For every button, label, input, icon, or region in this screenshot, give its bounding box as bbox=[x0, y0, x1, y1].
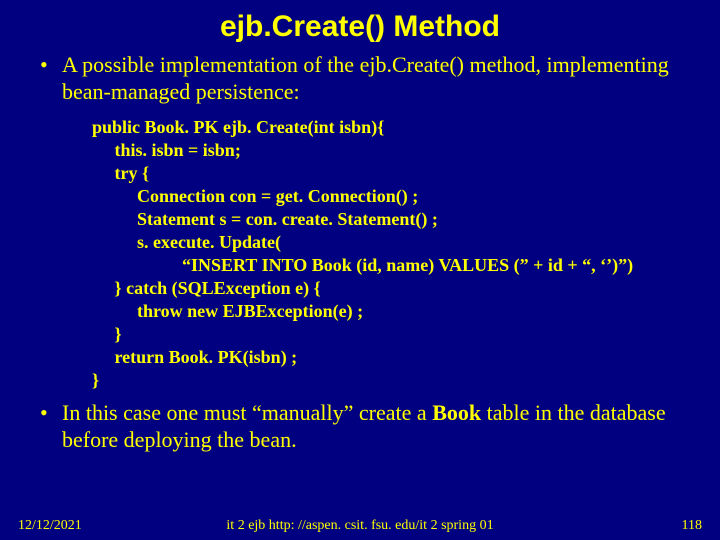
bullet-text: A possible implementation of the ejb.Cre… bbox=[62, 52, 669, 104]
footer-page-number: 118 bbox=[682, 518, 702, 534]
bullet-list: A possible implementation of the ejb.Cre… bbox=[40, 52, 700, 106]
slide-title: ejb.Create() Method bbox=[0, 0, 720, 52]
bullet-item: In this case one must “manually” create … bbox=[40, 400, 700, 454]
bullet-text-bold: Book bbox=[432, 400, 481, 425]
footer-center: it 2 ejb http: //aspen. csit. fsu. edu/i… bbox=[0, 518, 720, 534]
bullet-list: In this case one must “manually” create … bbox=[40, 400, 700, 454]
bullet-item: A possible implementation of the ejb.Cre… bbox=[40, 52, 700, 106]
code-block: public Book. PK ejb. Create(int isbn){ t… bbox=[92, 116, 720, 392]
slide: ejb.Create() Method A possible implement… bbox=[0, 0, 720, 540]
bullet-text-pre: In this case one must “manually” create … bbox=[62, 400, 432, 425]
